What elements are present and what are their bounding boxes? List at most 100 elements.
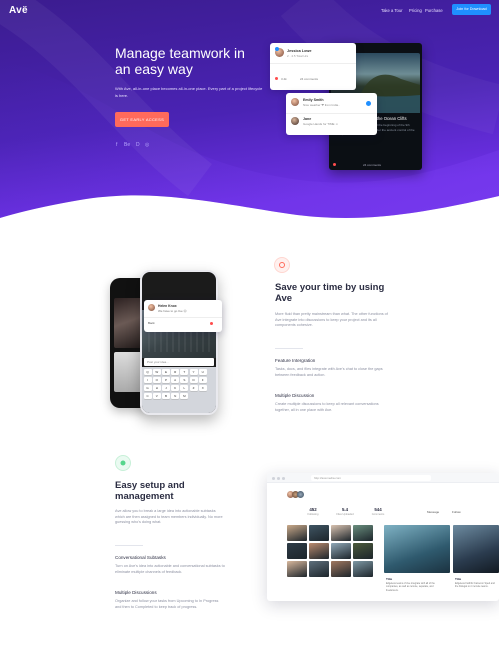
grid-photo[interactable] [287, 543, 307, 559]
back-link[interactable]: Back [148, 321, 155, 325]
avatar [148, 304, 155, 311]
comment-text: Nice weather ❤ from India.. [303, 103, 340, 107]
grid-photo[interactable] [309, 561, 329, 577]
gallery-photo[interactable] [384, 525, 450, 573]
phone-post-card[interactable]: Helen Knox We have to go live 😊 Back [144, 300, 222, 332]
avatar [297, 491, 304, 498]
keyboard-key[interactable]: Q [143, 369, 152, 375]
profile-name: Jessica Lowe [287, 49, 312, 53]
caption-title: Title [386, 577, 393, 581]
grid-photo[interactable] [287, 525, 307, 541]
feature-body: Organize and follow your tasks from Upco… [115, 599, 219, 609]
keyboard-key[interactable]: Z [189, 385, 198, 391]
follow-tab[interactable]: Follow [452, 510, 461, 514]
feature-body: Create multiple discussions to keep all … [275, 402, 379, 412]
keyboard-key[interactable]: S [180, 377, 189, 383]
keyboard-key[interactable]: V [152, 393, 161, 399]
avatar [291, 117, 299, 125]
browser-toolbar: http://avemedia.com [267, 473, 499, 483]
brand-logo[interactable]: Avë [9, 5, 28, 16]
keyboard-key[interactable]: D [189, 377, 198, 383]
heart-icon[interactable] [333, 163, 336, 166]
grid-photo[interactable] [287, 561, 307, 577]
phone-mockup-group: Post your idea... QWERTYU IOPASDF GHJKLZX C… [110, 270, 222, 415]
grid-photo[interactable] [353, 543, 373, 559]
feature-title: Conversational Subtasks [115, 555, 166, 560]
grid-photo[interactable] [353, 525, 373, 541]
keyboard-key[interactable]: H [152, 385, 161, 391]
url-bar[interactable]: http://avemedia.com [311, 475, 431, 481]
keyboard-key[interactable]: I [143, 377, 152, 383]
keyboard-key[interactable]: R [171, 369, 180, 375]
grid-photo[interactable] [331, 525, 351, 541]
stat-label: Files Uploaded [336, 513, 354, 516]
stat-value: 5.4 [341, 507, 349, 512]
feature-body: Tasks, docs, and files integrate with Av… [275, 367, 383, 377]
feature-icon-mint [115, 455, 131, 471]
caption-title: Title [455, 577, 462, 581]
feature-title: Multiple Discussions [115, 590, 157, 595]
keyboard-key[interactable]: W [152, 369, 161, 375]
heart-icon[interactable] [210, 322, 213, 325]
keyboard[interactable]: QWERTYU IOPASDF GHJKLZX CVBNM [142, 367, 216, 413]
divider [275, 348, 303, 349]
hero-title: Manage teamwork in an easy way [115, 45, 245, 77]
stat-label: Following [307, 513, 319, 516]
profile-meta: 2 · 4.5 Total Hrs [287, 54, 309, 58]
keyboard-key[interactable]: B [161, 393, 170, 399]
heart-icon[interactable] [275, 77, 278, 80]
keyboard-key[interactable]: E [161, 369, 170, 375]
phone-input[interactable]: Post your idea... [144, 358, 214, 366]
keyboard-key[interactable]: N [171, 393, 180, 399]
stat-value: 452 [309, 507, 317, 512]
keyboard-key[interactable]: Y [189, 369, 198, 375]
front-phone: Post your idea... QWERTYU IOPASDF GHJKLZX C… [140, 270, 218, 415]
keyboard-key[interactable]: A [171, 377, 180, 383]
hero-subtitle: With Ave, all-in-one place becomes all-i… [115, 86, 263, 98]
keyboard-key[interactable]: C [143, 393, 152, 399]
profile-comments[interactable]: 24 comments [300, 77, 318, 81]
browser-mockup: http://avemedia.com 452 Following 5.4 Fi… [267, 473, 499, 601]
keyboard-key[interactable]: G [143, 385, 152, 391]
gallery-photo[interactable] [453, 525, 499, 573]
join-download-button[interactable]: Join for Download [452, 4, 491, 15]
keyboard-key[interactable]: O [152, 377, 161, 383]
keyboard-key[interactable]: X [198, 385, 207, 391]
dark-card-comments[interactable]: 24 comments [363, 163, 381, 167]
comment-author: Jane [303, 117, 312, 121]
grid-photo[interactable] [309, 543, 329, 559]
instagram-icon[interactable]: ◎ [145, 142, 149, 148]
keyboard-key[interactable]: J [161, 385, 170, 391]
keyboard-key[interactable]: L [180, 385, 189, 391]
keyboard-key[interactable]: U [198, 369, 207, 375]
hero-section: Avë Take a Tour Pricing Purchase Join fo… [0, 0, 499, 225]
profile-likes: 3.4k [281, 77, 287, 81]
keyboard-key[interactable]: T [180, 369, 189, 375]
facebook-icon[interactable]: f [116, 142, 117, 148]
section2-body: Ave allow you to break a large idea into… [115, 509, 223, 525]
grid-photo[interactable] [353, 561, 373, 577]
message-tab[interactable]: Message [427, 510, 439, 514]
dribbble-icon[interactable]: D [136, 142, 140, 148]
grid-photo[interactable] [331, 543, 351, 559]
get-early-access-button[interactable]: GET EARLY ACCESS [115, 112, 169, 127]
caption-body: Edgeless Faithful Cameron Sped and the D… [455, 582, 495, 589]
hero-background [0, 0, 499, 218]
grid-photo[interactable] [331, 561, 351, 577]
comments-card[interactable]: Emily Smith Nice weather ❤ from India.. … [286, 93, 377, 135]
reply-icon[interactable] [366, 101, 371, 106]
behance-icon[interactable]: Be [124, 142, 130, 148]
feature-title: Multiple Discussion [275, 393, 315, 398]
section2-title: Easy setup and management [115, 480, 185, 502]
grid-photo[interactable] [309, 525, 329, 541]
nav-purchase[interactable]: Purchase [425, 8, 443, 13]
photo-grid [287, 525, 377, 599]
nav-take-a-tour[interactable]: Take a Tour [381, 8, 403, 13]
keyboard-key[interactable]: F [198, 377, 207, 383]
keyboard-key[interactable]: P [161, 377, 170, 383]
divider [115, 545, 143, 546]
profile-card[interactable]: Jessica Lowe 2 · 4.5 Total Hrs 3.4k 24 c… [270, 43, 356, 90]
nav-pricing[interactable]: Pricing [409, 8, 422, 13]
keyboard-key[interactable]: K [171, 385, 180, 391]
keyboard-key[interactable]: M [180, 393, 189, 399]
